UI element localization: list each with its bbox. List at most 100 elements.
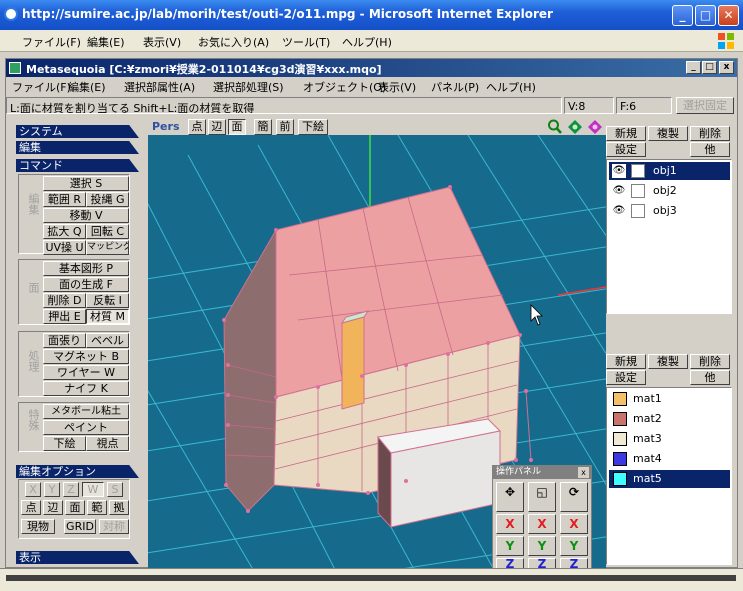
material-row[interactable]: mat1: [609, 390, 730, 408]
ie-menu-view[interactable]: 表示(V): [143, 34, 181, 50]
material-duplicate-button[interactable]: 複製: [648, 354, 688, 369]
minimize-button[interactable]: _: [672, 5, 693, 26]
zoom-icon[interactable]: [548, 119, 562, 135]
symmetry-toggle[interactable]: 対称: [99, 519, 129, 534]
object-delete-button[interactable]: 削除: [690, 126, 730, 141]
command-header[interactable]: コマンド: [16, 159, 139, 172]
object-settings-button[interactable]: 設定: [606, 142, 646, 157]
eye-icon[interactable]: 👁: [612, 184, 626, 198]
media-progress-track[interactable]: [6, 575, 736, 581]
object-row[interactable]: 👁 obj3: [609, 202, 730, 220]
material-row[interactable]: mat4: [609, 450, 730, 468]
x-axis-button-3[interactable]: X: [560, 514, 588, 534]
edit-option-header[interactable]: 編集オプション: [16, 465, 139, 478]
app-menu-help[interactable]: ヘルプ(H): [486, 79, 536, 95]
rotate-button[interactable]: 回転 C: [86, 224, 129, 239]
face-stretch-button[interactable]: 面張り: [43, 333, 86, 348]
range-button[interactable]: 範囲 R: [43, 192, 86, 207]
app-minimize-button[interactable]: _: [686, 61, 701, 74]
view-face-toggle[interactable]: 面: [228, 119, 246, 135]
object-other-button[interactable]: 他: [690, 142, 730, 157]
lasso-button[interactable]: 投縄 G: [86, 192, 129, 207]
mapping-button[interactable]: マッピング: [86, 240, 129, 255]
selection-lock-button[interactable]: 選択固定: [676, 97, 734, 114]
edit-header[interactable]: 編集: [16, 141, 139, 154]
delete-button[interactable]: 削除 D: [43, 293, 86, 308]
material-row[interactable]: mat2: [609, 410, 730, 428]
eye-icon[interactable]: 👁: [612, 164, 626, 178]
axis-w-toggle[interactable]: W: [82, 482, 104, 497]
move-button[interactable]: 移動 V: [43, 208, 129, 223]
metaball-button[interactable]: メタボール粘土: [43, 404, 129, 419]
select-button[interactable]: 選択 S: [43, 176, 129, 191]
projection-mode-label[interactable]: Pers: [152, 120, 180, 133]
pan-icon[interactable]: [568, 120, 582, 134]
axis-y-toggle[interactable]: Y: [44, 482, 60, 497]
rotate-view-icon[interactable]: [588, 120, 602, 134]
axis-z-toggle[interactable]: Z: [63, 482, 79, 497]
system-header[interactable]: システム: [16, 125, 139, 138]
grid-toggle[interactable]: GRID: [64, 519, 96, 534]
operation-panel-close-icon[interactable]: x: [578, 467, 589, 478]
close-button[interactable]: ✕: [718, 5, 739, 26]
rotate-mode-icon[interactable]: ⟳: [560, 482, 588, 512]
app-menu-select-process[interactable]: 選択部処理(S): [213, 79, 284, 95]
move-mode-icon[interactable]: ✥: [496, 482, 524, 512]
app-maximize-button[interactable]: □: [702, 61, 717, 74]
object-duplicate-button[interactable]: 複製: [648, 126, 688, 141]
app-close-button[interactable]: x: [719, 61, 734, 74]
material-settings-button[interactable]: 設定: [606, 370, 646, 385]
view-simple-toggle[interactable]: 簡: [254, 119, 272, 135]
app-menu-select-attr[interactable]: 選択部属性(A): [124, 79, 195, 95]
viewpoint-button[interactable]: 視点: [86, 436, 129, 451]
bevel-button[interactable]: ベベル: [86, 333, 129, 348]
ie-menu-favorites[interactable]: お気に入り(A): [198, 34, 269, 50]
maximize-button[interactable]: □: [695, 5, 716, 26]
object-row[interactable]: 👁 obj1: [609, 162, 730, 180]
ie-menu-edit[interactable]: 編集(E): [87, 34, 125, 50]
material-new-button[interactable]: 新規: [606, 354, 646, 369]
x-axis-button-1[interactable]: X: [496, 514, 524, 534]
current-object-toggle[interactable]: 現物: [21, 519, 55, 534]
app-menu-view[interactable]: 表示(V): [378, 79, 416, 95]
select-extra-toggle[interactable]: 拠: [109, 500, 129, 515]
scale-mode-icon[interactable]: ◱: [528, 482, 556, 512]
select-range-toggle[interactable]: 範: [87, 500, 107, 515]
ie-menu-tools[interactable]: ツール(T): [282, 34, 330, 50]
x-axis-button-2[interactable]: X: [528, 514, 556, 534]
invert-button[interactable]: 反転 I: [86, 293, 129, 308]
scale-button[interactable]: 拡大 Q: [43, 224, 86, 239]
basic-shape-button[interactable]: 基本図形 P: [43, 261, 129, 276]
object-new-button[interactable]: 新規: [606, 126, 646, 141]
material-row[interactable]: mat5: [609, 470, 730, 488]
lock-checkbox[interactable]: [631, 184, 645, 198]
lock-checkbox[interactable]: [631, 164, 645, 178]
uv-button[interactable]: UV操 U: [43, 240, 86, 255]
material-other-button[interactable]: 他: [690, 370, 730, 385]
ie-menu-file[interactable]: ファイル(F): [22, 34, 81, 50]
material-row[interactable]: mat3: [609, 430, 730, 448]
extrude-button[interactable]: 押出 E: [43, 309, 86, 324]
ie-menu-help[interactable]: ヘルプ(H): [342, 34, 392, 50]
eye-icon[interactable]: 👁: [612, 204, 626, 218]
knife-button[interactable]: ナイフ K: [43, 381, 129, 396]
wire-button[interactable]: ワイヤー W: [43, 365, 129, 380]
lock-checkbox[interactable]: [631, 204, 645, 218]
view-edge-toggle[interactable]: 辺: [208, 119, 226, 135]
axis-x-toggle[interactable]: X: [25, 482, 41, 497]
app-menu-edit[interactable]: 編集(E): [68, 79, 106, 95]
create-face-button[interactable]: 面の生成 F: [43, 277, 129, 292]
view-point-toggle[interactable]: 点: [188, 119, 206, 135]
app-menu-file[interactable]: ファイル(F): [12, 79, 71, 95]
object-row[interactable]: 👁 obj2: [609, 182, 730, 200]
select-edge-toggle[interactable]: 辺: [43, 500, 63, 515]
select-face-toggle[interactable]: 面: [65, 500, 85, 515]
app-menu-panel[interactable]: パネル(P): [431, 79, 479, 95]
view-underlay-toggle[interactable]: 下絵: [298, 119, 328, 135]
paint-button[interactable]: ペイント: [43, 420, 129, 435]
select-point-toggle[interactable]: 点: [21, 500, 41, 515]
axis-s-toggle[interactable]: S: [107, 482, 123, 497]
y-axis-button-1[interactable]: Y: [496, 536, 524, 556]
view-front-toggle[interactable]: 前: [276, 119, 294, 135]
material-button[interactable]: 材質 M: [86, 309, 129, 324]
